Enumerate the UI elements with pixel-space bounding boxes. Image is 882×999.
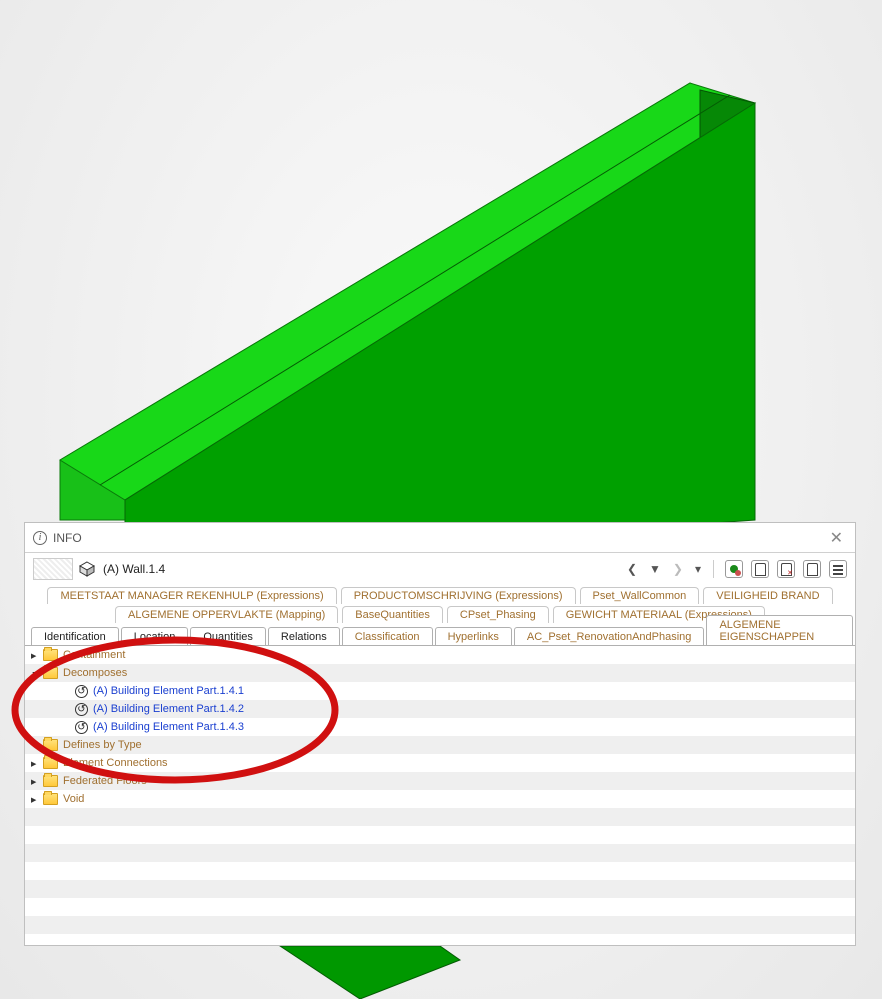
- tree-item[interactable]: (A) Building Element Part.1.4.2: [25, 700, 855, 718]
- folder-icon: [43, 757, 58, 769]
- pset-tab[interactable]: ALGEMENE OPPERVLAKTE (Mapping): [115, 606, 338, 623]
- tree-row-empty: [25, 916, 855, 934]
- panel-header: i INFO ✕: [25, 523, 855, 553]
- tree-category-label[interactable]: Decomposes: [63, 667, 127, 679]
- pset-tab[interactable]: PRODUCTOMSCHRIJVING (Expressions): [341, 587, 576, 604]
- tree-item-label[interactable]: (A) Building Element Part.1.4.1: [93, 685, 244, 697]
- tree-row-empty: [25, 898, 855, 916]
- expand-arrow-icon[interactable]: [31, 758, 41, 768]
- tree-category[interactable]: Void: [25, 790, 855, 808]
- nav-dropdown[interactable]: ▼: [646, 560, 664, 578]
- pset-tab[interactable]: MEETSTAAT MANAGER REKENHULP (Expressions…: [47, 587, 336, 604]
- tab-hyperlinks[interactable]: Hyperlinks: [435, 627, 512, 645]
- folder-icon: [43, 667, 58, 679]
- relations-tree[interactable]: Containment Decomposes (A) Building Elemen…: [25, 646, 855, 945]
- tree-row-empty: [25, 862, 855, 880]
- clipboard-icon-2[interactable]: ✕: [777, 560, 795, 578]
- expand-arrow-icon[interactable]: [31, 776, 41, 786]
- tree-row-empty: [25, 844, 855, 862]
- tree-item-label[interactable]: (A) Building Element Part.1.4.2: [93, 703, 244, 715]
- cube-icon: [79, 561, 95, 577]
- tree-item[interactable]: (A) Building Element Part.1.4.3: [25, 718, 855, 736]
- link-status-icon[interactable]: [725, 560, 743, 578]
- pset-tab[interactable]: VEILIGHEID BRAND: [703, 587, 832, 604]
- tree-category[interactable]: Defines by Type: [25, 736, 855, 754]
- tab-relations[interactable]: Relations: [268, 627, 340, 645]
- tab-identification[interactable]: Identification: [31, 627, 119, 645]
- tree-category-label[interactable]: Federated Floors: [63, 775, 147, 787]
- tree-row-empty: [25, 808, 855, 826]
- object-name: (A) Wall.1.4: [103, 562, 165, 576]
- tree-category[interactable]: Decomposes: [25, 664, 855, 682]
- tab-classification[interactable]: Classification: [342, 627, 433, 645]
- main-tabs: IdentificationLocationQuantitiesRelation…: [25, 623, 855, 645]
- clipboard-icon-3[interactable]: [803, 560, 821, 578]
- tree-category[interactable]: Federated Floors: [25, 772, 855, 790]
- related-element-icon: [75, 685, 88, 698]
- folder-icon: [43, 649, 58, 661]
- tree-category[interactable]: Element Connections: [25, 754, 855, 772]
- tree-category-label[interactable]: Void: [63, 793, 84, 805]
- tab-quantities[interactable]: Quantities: [190, 627, 266, 645]
- tab-ac-pset-renovationandphasing[interactable]: AC_Pset_RenovationAndPhasing: [514, 627, 705, 645]
- tab-location[interactable]: Location: [121, 627, 189, 645]
- tree-category[interactable]: Containment: [25, 646, 855, 664]
- info-icon: i: [33, 531, 47, 545]
- pset-tab[interactable]: BaseQuantities: [342, 606, 443, 623]
- panel-title: INFO: [53, 531, 82, 545]
- close-button[interactable]: ✕: [826, 528, 847, 548]
- related-element-icon: [75, 703, 88, 716]
- info-panel: i INFO ✕ (A) Wall.1.4 ❮ ▼ ❯ ▾ ✕ MEETSTAA…: [24, 522, 856, 946]
- panel-menu-icon[interactable]: [829, 560, 847, 578]
- tree-category-label[interactable]: Containment: [63, 649, 125, 661]
- tree-item[interactable]: (A) Building Element Part.1.4.1: [25, 682, 855, 700]
- pset-tab[interactable]: CPset_Phasing: [447, 606, 549, 623]
- expand-arrow-icon[interactable]: [31, 668, 41, 678]
- related-element-icon: [75, 721, 88, 734]
- folder-icon: [43, 793, 58, 805]
- pset-tab[interactable]: Pset_WallCommon: [580, 587, 700, 604]
- nav-prev[interactable]: ❮: [624, 560, 640, 578]
- folder-icon: [43, 739, 58, 751]
- tree-row-empty: [25, 826, 855, 844]
- tree-category-label[interactable]: Element Connections: [63, 757, 168, 769]
- tree-row-empty: [25, 880, 855, 898]
- clipboard-icon-1[interactable]: [751, 560, 769, 578]
- object-toolbar: (A) Wall.1.4 ❮ ▼ ❯ ▾ ✕: [25, 553, 855, 585]
- expand-arrow-icon[interactable]: [31, 794, 41, 804]
- expand-arrow-icon[interactable]: [31, 650, 41, 660]
- tree-item-label[interactable]: (A) Building Element Part.1.4.3: [93, 721, 244, 733]
- tab-algemene-eigenschappen[interactable]: ALGEMENE EIGENSCHAPPEN: [706, 615, 853, 645]
- object-thumbnail: [33, 558, 73, 580]
- folder-icon: [43, 775, 58, 787]
- tree-category-label[interactable]: Defines by Type: [63, 739, 142, 751]
- nav-next: ❯: [670, 560, 686, 578]
- nav-menu[interactable]: ▾: [692, 560, 704, 578]
- property-set-tabs: MEETSTAAT MANAGER REKENHULP (Expressions…: [25, 585, 855, 646]
